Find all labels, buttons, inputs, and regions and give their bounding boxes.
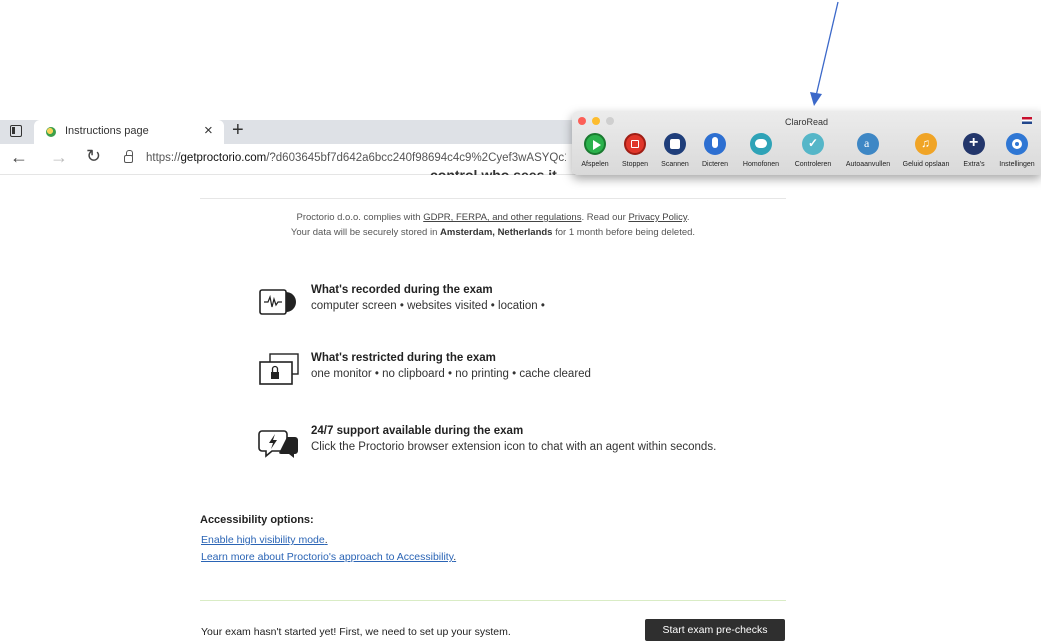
annotation-arrow	[810, 1, 839, 106]
storage-text: Your data will be securely stored in	[290, 227, 441, 238]
browser-tab[interactable]: Instructions page ×	[34, 120, 224, 144]
exam-status-text: Your exam hasn't started yet! First, we …	[201, 626, 511, 638]
geluid-opslaan-button[interactable]: Geluid opslaan	[898, 133, 954, 168]
privacy-policy-link[interactable]: Privacy Policy	[628, 212, 686, 223]
recording-waveform-icon	[259, 289, 296, 315]
feature-title: What's restricted during the exam	[311, 352, 496, 364]
storage-duration-text: for 1 month before being deleted.	[552, 227, 696, 238]
feature-title: 24/7 support available during the exam	[311, 425, 524, 437]
scan-icon	[664, 133, 686, 155]
dicteren-button[interactable]: Dicteren	[696, 133, 734, 168]
restricted-window-lock-icon	[259, 353, 299, 385]
stoppen-button[interactable]: Stoppen	[616, 133, 654, 168]
button-label: Afspelen	[581, 161, 609, 168]
button-label: Controleren	[794, 161, 832, 168]
button-label: Homofonen	[742, 161, 780, 168]
accessibility-link-row-2: Learn more about Proctorio's approach to…	[201, 551, 456, 563]
button-label: Dicteren	[701, 161, 729, 168]
extras-button[interactable]: Extra's	[956, 133, 992, 168]
lock-icon[interactable]	[124, 150, 133, 163]
divider	[200, 198, 786, 199]
button-label: Geluid opslaan	[902, 161, 950, 168]
divider	[200, 600, 786, 601]
feature-body: computer screen • websites visited • loc…	[311, 300, 545, 312]
accessibility-approach-link[interactable]: Learn more about Proctorio's approach to…	[201, 551, 453, 563]
section-heading-cut-off: control who sees it	[430, 167, 557, 175]
microphone-icon	[704, 133, 726, 155]
feature-body: one monitor • no clipboard • no printing…	[311, 368, 591, 380]
scannen-button[interactable]: Scannen	[656, 133, 694, 168]
compliance-text-2: . Read our	[581, 212, 629, 223]
forward-arrow-icon[interactable]: →	[50, 147, 68, 168]
dutch-flag-icon[interactable]	[1022, 117, 1032, 124]
compliance-notice: Proctorio d.o.o. complies with GDPR, FER…	[200, 210, 786, 240]
claroread-title: ClaroRead	[784, 117, 829, 127]
button-label: Extra's	[963, 161, 985, 168]
homofonen-button[interactable]: Homofonen	[736, 133, 786, 168]
tab-title: Instructions page	[65, 125, 149, 137]
feature-title: What's recorded during the exam	[311, 284, 493, 296]
button-label: Stoppen	[621, 161, 649, 168]
extras-icon	[963, 133, 985, 155]
start-exam-prechecks-button[interactable]: Start exam pre-checks	[645, 619, 785, 641]
sidebar-toggle-icon[interactable]	[10, 125, 22, 137]
chat-support-icon	[258, 430, 298, 458]
accessibility-heading: Accessibility options:	[200, 514, 314, 526]
autoaanvullen-button[interactable]: Autoaanvullen	[840, 133, 896, 168]
reload-icon[interactable]: ↻	[86, 146, 101, 167]
url-host: getproctorio.com	[180, 152, 267, 164]
storage-location: Amsterdam, Netherlands	[440, 227, 553, 238]
play-icon	[584, 133, 606, 155]
accessibility-link-row-1: Enable high visibility mode.	[201, 534, 328, 546]
speech-bubble-icon	[750, 133, 772, 155]
link-period: .	[453, 551, 457, 563]
tab-close-icon[interactable]: ×	[204, 122, 213, 139]
feature-body: Click the Proctorio browser extension ic…	[311, 441, 717, 453]
compliance-text: Proctorio d.o.o. complies with	[296, 212, 424, 223]
high-visibility-link[interactable]: Enable high visibility mode	[201, 534, 325, 546]
save-audio-icon	[915, 133, 937, 155]
compliance-period: .	[686, 212, 690, 223]
instellingen-button[interactable]: Instellingen	[994, 133, 1040, 168]
new-tab-button[interactable]: +	[232, 119, 244, 142]
url-scheme: https://	[146, 152, 181, 164]
autocomplete-icon	[857, 133, 879, 155]
link-period: .	[324, 534, 328, 546]
button-label: Instellingen	[999, 161, 1035, 168]
afspelen-button[interactable]: Afspelen	[578, 133, 612, 168]
button-label: Scannen	[661, 161, 689, 168]
claroread-toolbar: ClaroRead Afspelen Stoppen Scannen Dicte…	[572, 111, 1041, 175]
stop-icon	[624, 133, 646, 155]
back-arrow-icon[interactable]: ←	[10, 147, 28, 168]
controleren-button[interactable]: Controleren	[788, 133, 838, 168]
regulations-link[interactable]: GDPR, FERPA, and other regulations	[423, 212, 581, 223]
check-icon	[802, 133, 824, 155]
settings-gear-icon	[1006, 133, 1028, 155]
button-label: Autoaanvullen	[845, 161, 891, 168]
proctorio-favicon-icon	[46, 127, 56, 137]
